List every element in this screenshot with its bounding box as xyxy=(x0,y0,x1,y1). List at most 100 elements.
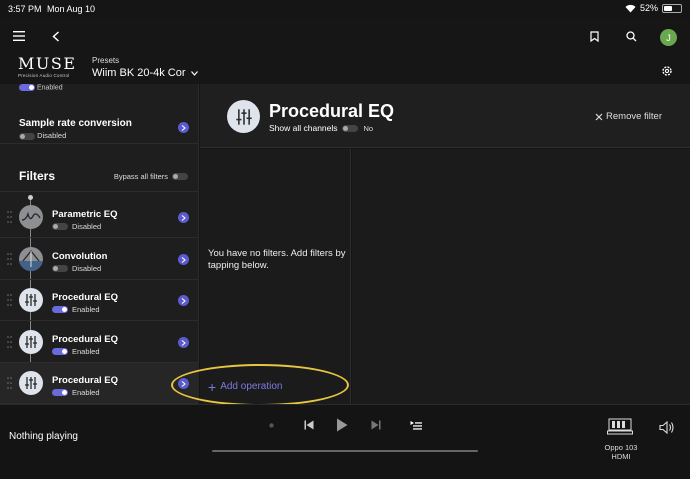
chevron-right-icon[interactable] xyxy=(178,212,189,223)
chevron-right-icon[interactable] xyxy=(178,295,189,306)
sample-rate-title: Sample rate conversion xyxy=(19,118,132,129)
convolution-icon xyxy=(19,247,43,271)
sliders-icon xyxy=(19,371,43,395)
gear-icon[interactable] xyxy=(660,64,673,77)
queue-icon[interactable] xyxy=(409,417,423,433)
battery-percent: 52% xyxy=(639,3,658,13)
play-icon[interactable] xyxy=(334,417,350,433)
highlight-annotation xyxy=(171,364,349,406)
remove-filter-label: Remove filter xyxy=(606,111,662,122)
remove-filter-button[interactable]: Remove filter xyxy=(595,111,662,122)
preset-name: Wiim BK 20-4k Cor xyxy=(92,67,186,79)
show-all-value: No xyxy=(363,123,374,133)
parametric-eq-icon xyxy=(19,205,43,229)
show-all-toggle[interactable] xyxy=(341,124,358,132)
filter-row-procedural-eq-selected[interactable]: Procedural EQ Enabled xyxy=(0,363,199,404)
empty-state-text: You have no filters. Add filters by tapp… xyxy=(208,248,346,271)
presets-selector[interactable]: Presets Wiim BK 20-4k Cor xyxy=(92,56,198,79)
show-all-label: Show all channels xyxy=(269,123,338,133)
sample-rate-row[interactable]: Sample rate conversion Disabled xyxy=(0,102,199,144)
filter-name: Procedural EQ xyxy=(52,292,118,303)
user-avatar[interactable]: J xyxy=(660,29,677,46)
volume-icon[interactable] xyxy=(658,419,676,435)
filter-name: Procedural EQ xyxy=(52,375,118,386)
bypass-toggle[interactable] xyxy=(172,173,188,180)
filter-name: Parametric EQ xyxy=(52,209,118,220)
sample-rate-toggle[interactable] xyxy=(19,132,35,140)
chevron-right-icon[interactable] xyxy=(178,254,189,265)
filter-state-label: Disabled xyxy=(72,222,102,231)
filter-state-label: Disabled xyxy=(72,264,102,273)
status-time: 3:57 PM xyxy=(8,4,42,14)
filter-toggle[interactable] xyxy=(52,389,68,396)
drag-handle-icon[interactable] xyxy=(7,377,12,389)
muse-logo: MUSE Precision Audio Control xyxy=(18,54,77,79)
battery-icon xyxy=(662,3,682,13)
sliders-icon xyxy=(227,100,260,133)
previous-icon[interactable] xyxy=(302,417,316,433)
chevron-right-icon[interactable] xyxy=(178,337,189,348)
menu-icon[interactable] xyxy=(12,30,26,42)
filter-toggle[interactable] xyxy=(52,348,68,355)
filter-row-parametric-eq[interactable]: Parametric EQ Disabled xyxy=(0,197,199,238)
filter-state: Enabled xyxy=(52,388,100,397)
player-bar: Nothing playing Oppo 103 HDMI xyxy=(0,404,690,479)
filter-toggle[interactable] xyxy=(52,223,68,230)
close-icon xyxy=(595,113,603,120)
filter-name: Procedural EQ xyxy=(52,334,118,345)
filter-state-label: Enabled xyxy=(72,388,100,397)
filter-state: Disabled xyxy=(52,222,101,231)
filter-state: Disabled xyxy=(52,264,101,273)
prev-item-state-label: Enabled xyxy=(36,84,63,92)
next-icon[interactable] xyxy=(369,417,383,433)
filter-detail-header: Procedural EQ Show all channels No Remov… xyxy=(200,84,690,148)
drag-handle-icon[interactable] xyxy=(7,253,12,265)
status-date: Mon Aug 10 xyxy=(47,4,96,14)
device-input: HDMI xyxy=(611,452,631,461)
sample-rate-state-label: Disabled xyxy=(37,131,67,140)
page-title: Procedural EQ xyxy=(269,101,395,121)
presets-label: Presets xyxy=(92,56,120,65)
battery-fill xyxy=(664,5,673,11)
filter-state: Enabled xyxy=(52,347,100,356)
search-icon[interactable] xyxy=(625,30,637,42)
filters-title: Filters xyxy=(19,169,56,183)
chevron-right-icon[interactable] xyxy=(178,122,189,133)
back-icon[interactable] xyxy=(50,30,62,42)
filter-sidebar: Enabled Sample rate conversion Disabled … xyxy=(0,84,199,404)
filter-row-procedural-eq[interactable]: Procedural EQ Enabled xyxy=(0,280,199,321)
filters-header: Filters Bypass all filters xyxy=(0,148,199,192)
filter-state: Enabled xyxy=(52,305,100,314)
device-icon[interactable] xyxy=(606,417,634,435)
sliders-icon xyxy=(19,288,43,312)
filter-row-procedural-eq[interactable]: Procedural EQ Enabled xyxy=(0,322,199,363)
chevron-down-icon xyxy=(190,70,198,76)
filter-state-label: Enabled xyxy=(72,347,100,356)
status-bar: 3:57 PM Mon Aug 10 52% xyxy=(0,0,690,18)
drag-handle-icon[interactable] xyxy=(7,211,12,223)
drag-handle-icon[interactable] xyxy=(7,336,12,348)
sample-rate-state: Disabled xyxy=(19,131,66,140)
sliders-icon xyxy=(19,330,43,354)
record-dot-icon xyxy=(266,417,276,433)
show-all-channels: Show all channels No xyxy=(269,123,373,133)
playback-progress-bar[interactable] xyxy=(212,450,478,452)
filter-toggle[interactable] xyxy=(52,306,68,313)
wifi-icon xyxy=(625,4,636,12)
filter-name: Convolution xyxy=(52,251,108,262)
filter-row-convolution[interactable]: Convolution Disabled xyxy=(0,239,199,280)
operation-detail-panel xyxy=(352,149,690,404)
filter-toggle[interactable] xyxy=(52,265,68,272)
bypass-label: Bypass all filters xyxy=(113,172,168,181)
device-name: Oppo 103 xyxy=(604,443,638,452)
preset-value: Wiim BK 20-4k Cor xyxy=(92,67,198,79)
brand-tagline: Precision Audio Control xyxy=(18,73,70,78)
prev-item-state: Enabled xyxy=(19,84,63,91)
top-nav: J MUSE Precision Audio Control Presets W… xyxy=(0,18,690,84)
drag-handle-icon[interactable] xyxy=(7,294,12,306)
now-playing: Nothing playing xyxy=(9,431,78,442)
filter-state-label: Enabled xyxy=(72,305,100,314)
prev-item-toggle[interactable] xyxy=(19,84,35,91)
brand-name: MUSE xyxy=(18,54,77,73)
bookmark-icon[interactable] xyxy=(588,30,600,42)
